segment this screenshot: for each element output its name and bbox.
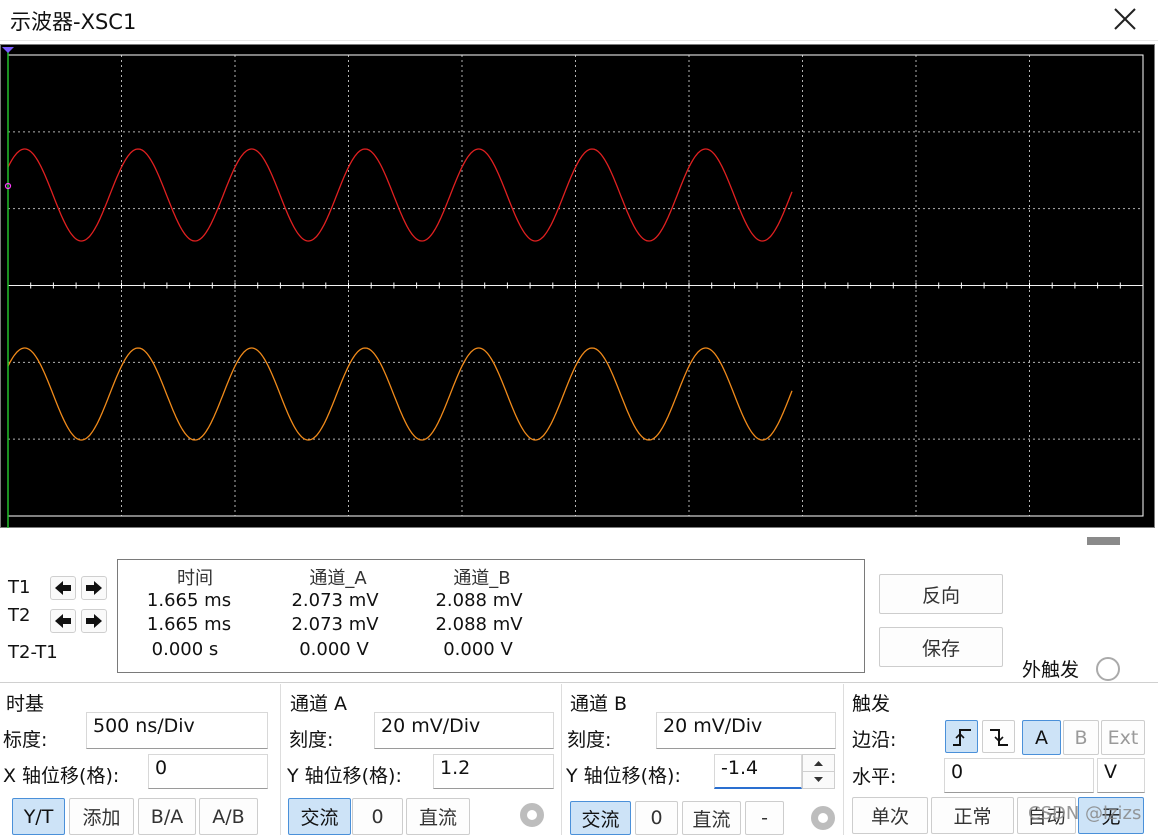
delta-time: 0.000 s <box>151 639 219 660</box>
trigger-level-field[interactable]: 0 <box>944 758 1094 793</box>
close-button[interactable] <box>1108 2 1142 36</box>
header-time: 时间 <box>177 568 213 589</box>
t1-label: T1 <box>8 577 31 598</box>
timebase-section-title: 时基 <box>6 693 45 715</box>
delta-channel-a: 0.000 V <box>299 639 369 660</box>
arrow-left-icon <box>55 581 71 595</box>
channel-a-scale-field[interactable]: 20 mV/Div <box>374 712 554 749</box>
trigger-normal-button[interactable]: 正常 <box>931 797 1014 834</box>
channel-b-dc-button[interactable]: 直流 <box>682 801 741 835</box>
t2-time: 1.665 ms <box>146 614 232 635</box>
divider <box>561 684 562 835</box>
watermark: CSDN @lzizs <box>1028 803 1142 824</box>
window-title: 示波器-XSC1 <box>10 10 137 34</box>
trigger-source-b-button[interactable]: B <box>1063 720 1099 755</box>
trigger-source-a-button[interactable]: A <box>1022 720 1061 755</box>
channel-a-terminal[interactable] <box>520 803 544 827</box>
channel-a-waveform <box>7 148 793 242</box>
controls-divider <box>0 682 1158 683</box>
t2-left-button[interactable] <box>50 609 76 633</box>
oscilloscope-display <box>2 47 1144 528</box>
channel-a-scale-label: 刻度: <box>289 729 334 751</box>
rising-edge-icon <box>952 728 971 746</box>
t1-channel-b: 2.088 mV <box>435 590 523 611</box>
arrow-left-icon <box>55 614 71 628</box>
mode-yt-button[interactable]: Y/T <box>12 798 65 835</box>
trigger-section-title: 触发 <box>852 693 891 715</box>
falling-edge-icon <box>989 728 1008 746</box>
trigger-edge-label: 边沿: <box>852 729 897 751</box>
t1-left-button[interactable] <box>50 576 76 600</box>
ext-trigger-label: 外触发 <box>1022 659 1080 681</box>
screen-grid <box>7 54 1144 517</box>
arrow-right-icon <box>86 581 102 595</box>
channel-b-invert-button[interactable]: - <box>745 801 784 835</box>
t1-channel-a: 2.073 mV <box>291 590 379 611</box>
channel-b-section-title: 通道 B <box>570 693 628 715</box>
delta-channel-b: 0.000 V <box>443 639 513 660</box>
channel-b-terminal[interactable] <box>811 806 835 830</box>
trigger-source-ext-button[interactable]: Ext <box>1101 720 1145 755</box>
ext-trigger-terminal[interactable] <box>1096 657 1120 681</box>
channel-a-ypos-field[interactable]: 1.2 <box>433 754 554 789</box>
channel-b-scale-label: 刻度: <box>567 729 612 751</box>
channel-b-scale-field[interactable]: 20 mV/Div <box>656 712 836 749</box>
spinner-arrows-icon <box>803 761 834 782</box>
falling-edge-button[interactable] <box>982 720 1015 753</box>
channel-b-waveform <box>7 347 793 441</box>
channel-a-section-title: 通道 A <box>290 693 348 715</box>
mode-add-button[interactable]: 添加 <box>69 798 134 835</box>
reverse-button[interactable]: 反向 <box>879 574 1003 614</box>
channel-b-zero-button[interactable]: 0 <box>635 801 678 835</box>
panel-resize-grip[interactable] <box>1087 537 1120 545</box>
timebase-scale-field[interactable]: 500 ns/Div <box>86 712 268 749</box>
t1-time: 1.665 ms <box>146 590 232 611</box>
t2-t1-label: T2-T1 <box>8 642 58 663</box>
channel-b-ypos-spinner[interactable] <box>802 754 835 789</box>
trigger-single-button[interactable]: 单次 <box>852 797 928 834</box>
header-channel-b: 通道_B <box>453 568 511 589</box>
t1-right-button[interactable] <box>81 576 107 600</box>
channel-a-ac-button[interactable]: 交流 <box>288 798 351 835</box>
t2-right-button[interactable] <box>81 609 107 633</box>
save-button[interactable]: 保存 <box>879 627 1003 667</box>
channel-b-ypos-field[interactable]: -1.4 <box>714 754 802 789</box>
t2-label: T2 <box>8 605 31 626</box>
header-channel-a: 通道_A <box>309 568 367 589</box>
arrow-right-icon <box>86 614 102 628</box>
mode-ab-button[interactable]: A/B <box>199 798 258 835</box>
close-icon <box>1114 8 1136 30</box>
channel-a-ypos-label: Y 轴位移(格): <box>287 765 402 787</box>
t2-channel-a: 2.073 mV <box>291 614 379 635</box>
trigger-level-unit[interactable]: V <box>1097 758 1145 793</box>
timebase-xpos-field[interactable]: 0 <box>148 754 268 789</box>
divider <box>843 684 844 835</box>
timebase-xpos-label: X 轴位移(格): <box>3 765 120 787</box>
channel-a-zero-button[interactable]: 0 <box>352 798 403 835</box>
divider <box>280 684 281 835</box>
cursor-readout-table: 时间 通道_A 通道_B 1.665 ms 2.073 mV 2.088 mV … <box>117 559 865 673</box>
channel-b-ypos-label: Y 轴位移(格): <box>566 765 681 787</box>
timebase-scale-label: 标度: <box>3 729 48 751</box>
cursor-t1-handle <box>2 47 14 53</box>
rising-edge-button[interactable] <box>945 720 978 753</box>
mode-ba-button[interactable]: B/A <box>138 798 196 835</box>
trigger-level-label: 水平: <box>852 766 897 788</box>
channel-b-ac-button[interactable]: 交流 <box>570 801 631 835</box>
title-bar <box>0 0 1158 41</box>
t2-channel-b: 2.088 mV <box>435 614 523 635</box>
channel-a-dc-button[interactable]: 直流 <box>406 798 470 835</box>
